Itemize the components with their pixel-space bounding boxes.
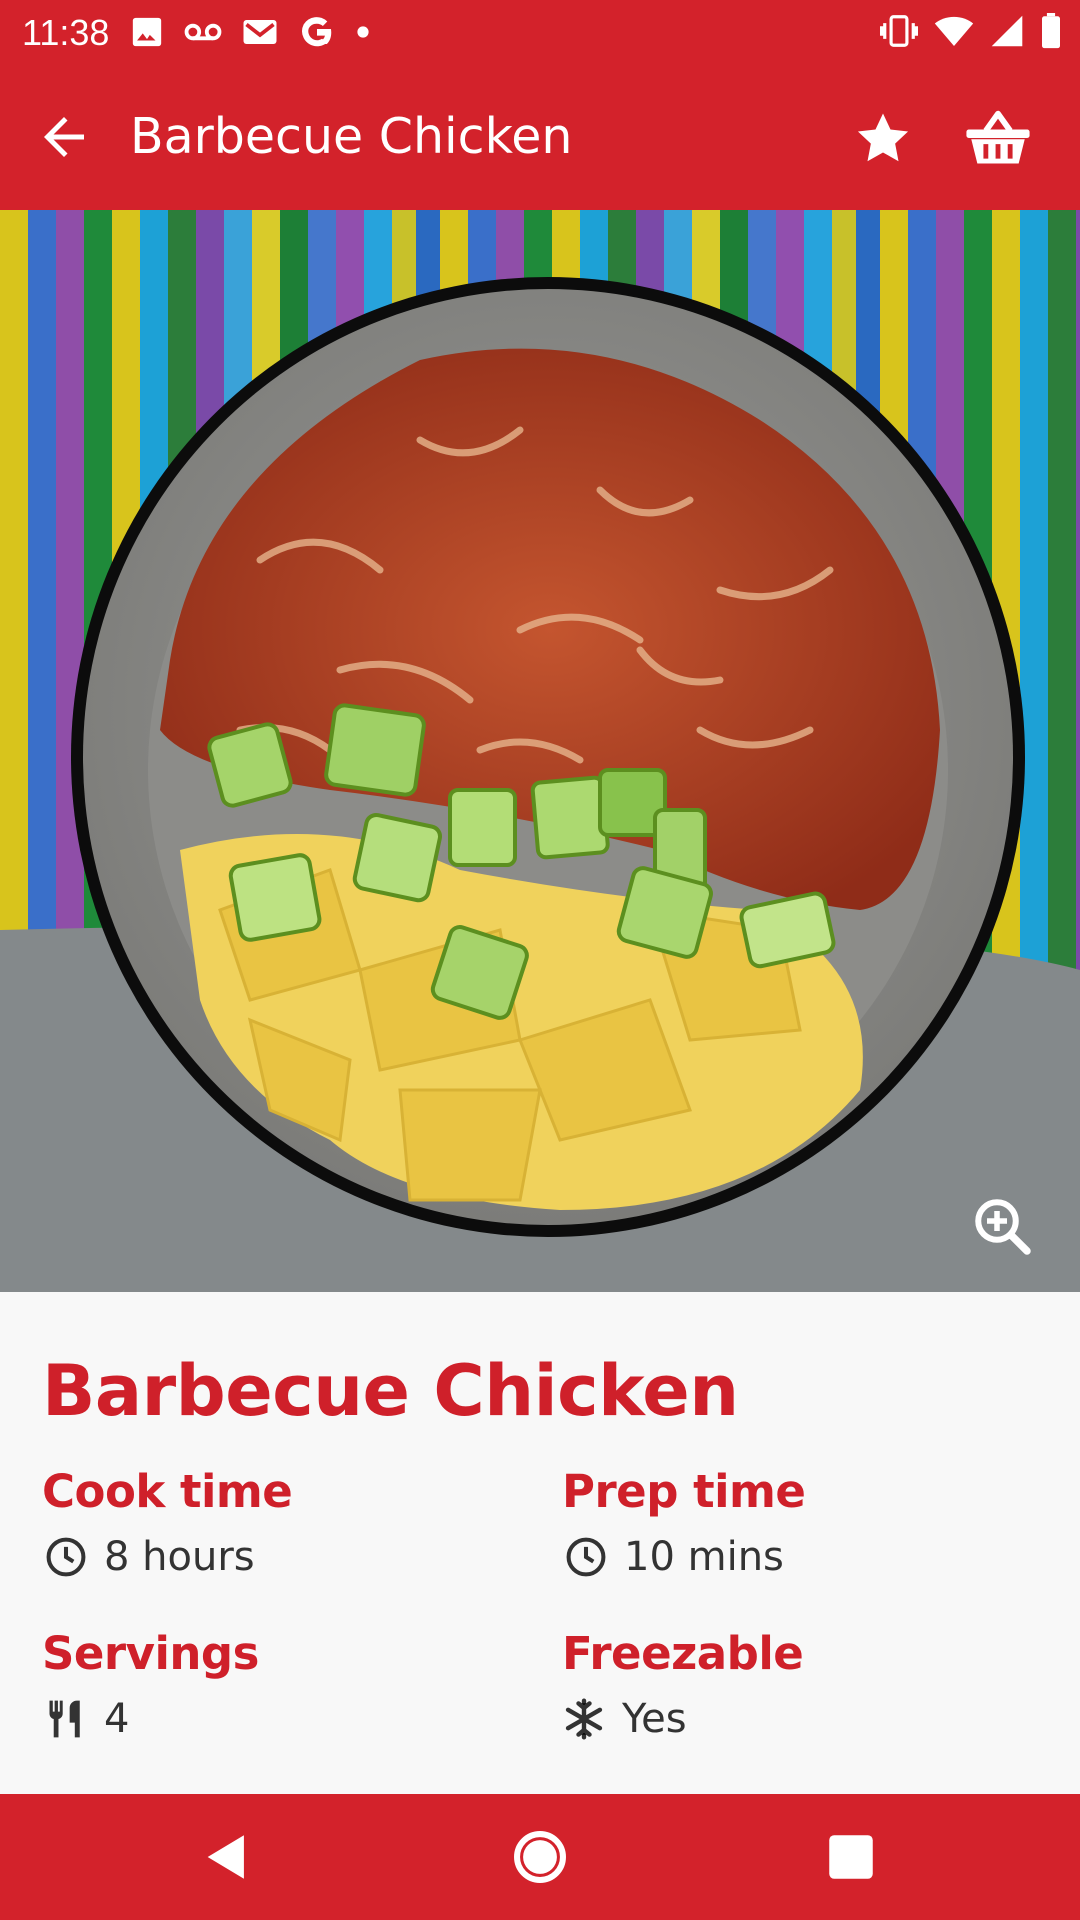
dot-icon [357, 26, 369, 38]
wifi-icon [934, 16, 974, 46]
status-notification-icons [130, 14, 370, 50]
recipe-photo[interactable] [0, 210, 1080, 1292]
status-system-icons [880, 13, 1062, 49]
servings-value: 4 [104, 1696, 130, 1742]
app-bar: Barbecue Chicken [0, 63, 1080, 210]
snowflake-icon [565, 1698, 603, 1740]
signal-icon [991, 15, 1023, 47]
servings-value-row: 4 [44, 1696, 129, 1742]
star-icon[interactable] [852, 107, 914, 169]
prep-time-value-row: 10 mins [564, 1534, 784, 1580]
home-circle-icon[interactable] [511, 1828, 569, 1886]
app-bar-title: Barbecue Chicken [130, 108, 573, 165]
status-bar: 11:38 [0, 0, 1080, 63]
prep-time-value: 10 mins [624, 1534, 784, 1580]
recents-square-icon[interactable] [822, 1828, 880, 1886]
zoom-in-icon[interactable] [972, 1196, 1032, 1256]
servings-label: Servings [42, 1627, 259, 1680]
status-time: 11:38 [22, 12, 110, 53]
clock-icon [566, 1537, 606, 1577]
freezable-value-row: Yes [562, 1696, 687, 1742]
gmail-icon [243, 20, 277, 44]
freezable-value: Yes [622, 1696, 687, 1742]
google-icon [302, 17, 332, 47]
clock-icon [46, 1537, 86, 1577]
freezable-label: Freezable [562, 1627, 804, 1680]
recipe-photo-illustration [0, 210, 1080, 1292]
cook-time-value: 8 hours [104, 1534, 255, 1580]
prep-time-label: Prep time [562, 1465, 806, 1518]
cook-time-value-row: 8 hours [44, 1534, 255, 1580]
system-nav-bar [0, 1794, 1080, 1920]
image-icon [132, 17, 162, 47]
back-triangle-icon[interactable] [198, 1828, 256, 1886]
recipe-title: Barbecue Chicken [42, 1350, 739, 1432]
voicemail-icon [184, 23, 222, 41]
utensils-icon [49, 1700, 80, 1738]
basket-icon[interactable] [964, 107, 1032, 169]
battery-icon [1042, 13, 1060, 49]
cook-time-label: Cook time [42, 1465, 293, 1518]
vibrate-icon [880, 15, 918, 47]
arrow-back-icon[interactable] [34, 107, 94, 167]
